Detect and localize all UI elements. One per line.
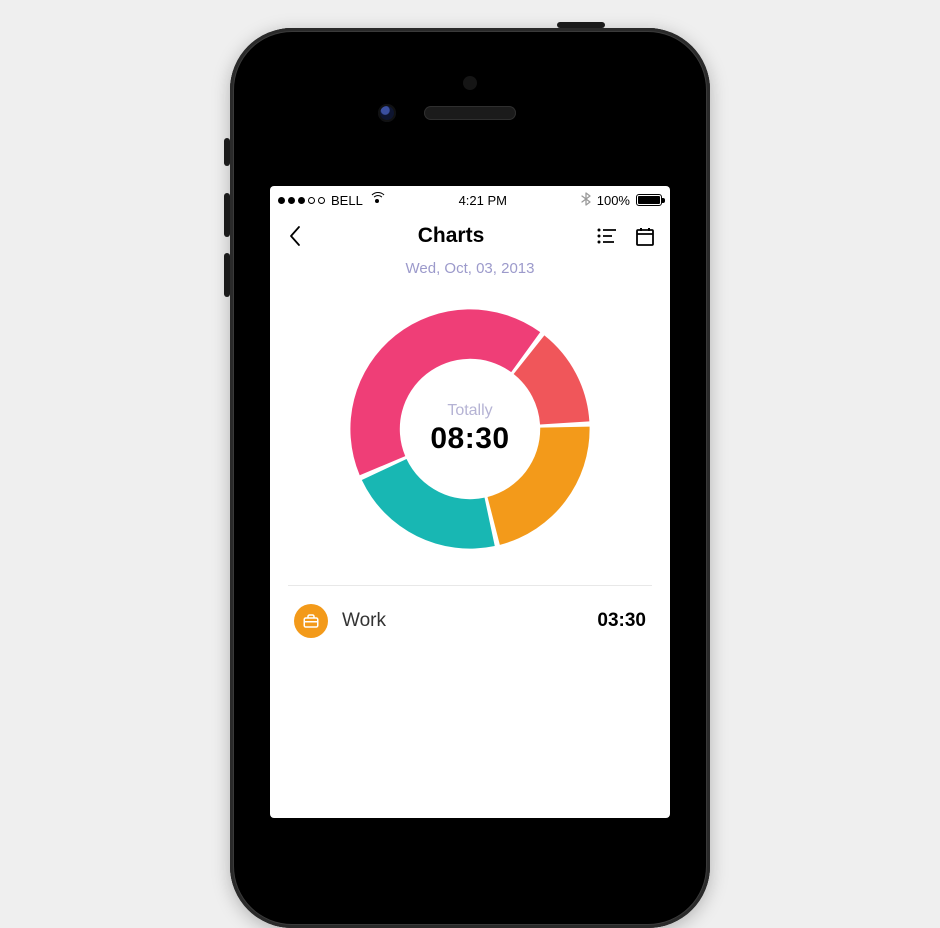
silence-switch[interactable]	[224, 138, 230, 166]
battery-percent: 100%	[597, 193, 630, 208]
phone-frame: BELL 4:21 PM 100% Charts	[230, 28, 710, 928]
category-list: Work 03:30	[270, 586, 670, 656]
battery-icon	[636, 194, 662, 206]
nav-bar: Charts	[270, 214, 670, 258]
donut-center-value: 08:30	[430, 422, 509, 456]
list-view-button[interactable]	[596, 225, 618, 247]
category-row[interactable]: Work 03:30	[270, 586, 670, 656]
bluetooth-icon	[581, 192, 591, 209]
status-time: 4:21 PM	[459, 193, 507, 208]
donut-center: Totally 08:30	[340, 299, 600, 559]
app-screen: BELL 4:21 PM 100% Charts	[270, 186, 670, 818]
status-bar: BELL 4:21 PM 100%	[270, 186, 670, 214]
wifi-icon	[369, 194, 385, 206]
category-name: Work	[342, 610, 583, 632]
volume-up-button[interactable]	[224, 193, 230, 237]
date-subtitle: Wed, Oct, 03, 2013	[270, 260, 670, 277]
donut-center-label: Totally	[447, 402, 492, 420]
page-title: Charts	[418, 224, 485, 248]
volume-down-button[interactable]	[224, 253, 230, 297]
signal-strength-icon	[278, 197, 325, 204]
briefcase-icon	[294, 604, 328, 638]
earpiece-speaker	[424, 106, 516, 120]
category-time: 03:30	[597, 610, 646, 632]
back-button[interactable]	[284, 225, 306, 247]
power-button[interactable]	[557, 22, 605, 28]
time-breakdown-donut[interactable]: Totally 08:30	[340, 299, 600, 559]
proximity-sensor	[463, 76, 477, 90]
carrier-label: BELL	[331, 193, 363, 208]
front-camera	[378, 104, 396, 122]
calendar-button[interactable]	[634, 225, 656, 247]
